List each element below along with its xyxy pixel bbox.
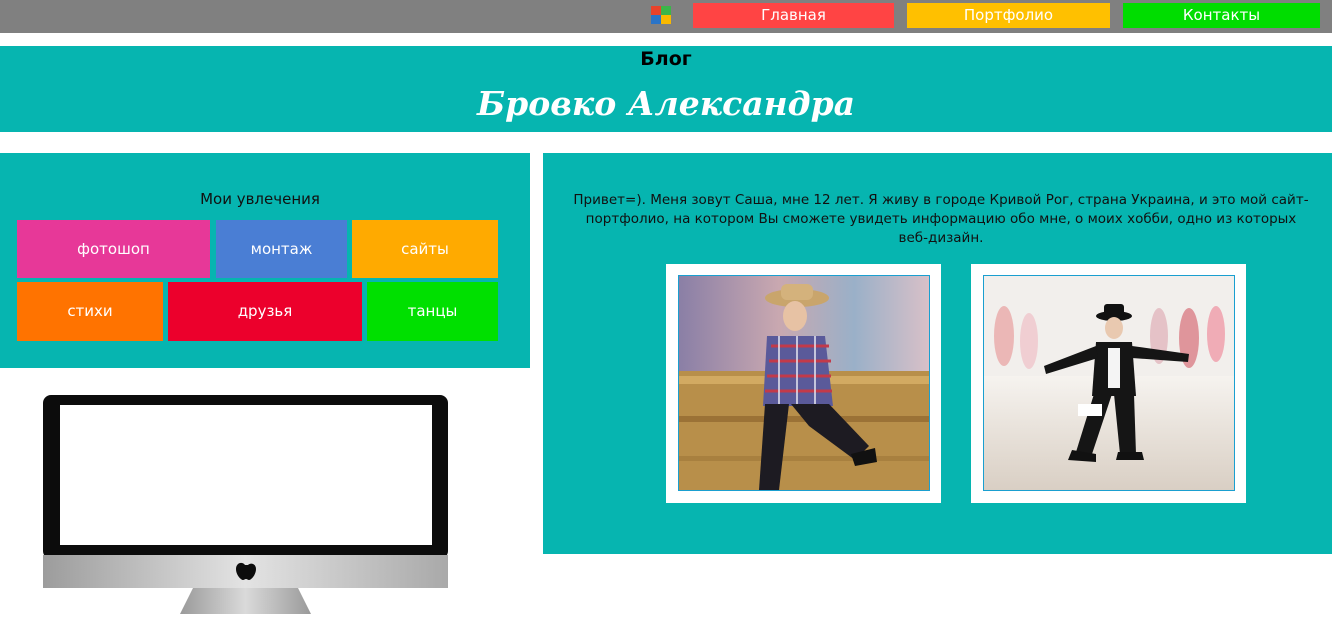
hobby-tile-dance[interactable]: танцы xyxy=(367,282,498,341)
nav-contacts-button[interactable]: Контакты xyxy=(1123,3,1320,28)
photo-dance-image xyxy=(984,276,1234,490)
photo-frame xyxy=(971,264,1246,503)
hobby-tile-montage[interactable]: монтаж xyxy=(216,220,347,278)
hobby-tile-poems[interactable]: стихи xyxy=(17,282,163,341)
intro-panel: Привет=). Меня зовут Саша, мне 12 лет. Я… xyxy=(543,153,1332,554)
blog-label: Блог xyxy=(640,48,692,70)
photo-cowboy-image xyxy=(679,276,929,490)
hobby-tile-sites[interactable]: сайты xyxy=(352,220,498,278)
photo-cowboy[interactable] xyxy=(678,275,930,491)
page-header: Блог Бровко Александра xyxy=(0,46,1332,132)
intro-text: Привет=). Меня зовут Саша, мне 12 лет. Я… xyxy=(573,192,1309,246)
photo-dance[interactable] xyxy=(983,275,1235,491)
hobby-tile-friends[interactable]: друзья xyxy=(168,282,362,341)
site-title: Бровко Александра xyxy=(476,84,856,123)
top-nav-bar: Главная Портфолио Контакты xyxy=(0,0,1332,33)
imac-monitor-image xyxy=(43,395,448,614)
hobbies-panel: Мои увлечения фотошоп монтаж сайты стихи… xyxy=(0,153,530,368)
hobbies-title: Мои увлечения xyxy=(200,190,320,208)
hobby-tile-photoshop[interactable]: фотошоп xyxy=(17,220,210,278)
photo-frame xyxy=(666,264,941,503)
nav-portfolio-button[interactable]: Портфолио xyxy=(907,3,1110,28)
nav-home-button[interactable]: Главная xyxy=(693,3,894,28)
windows-logo-icon xyxy=(651,6,671,24)
